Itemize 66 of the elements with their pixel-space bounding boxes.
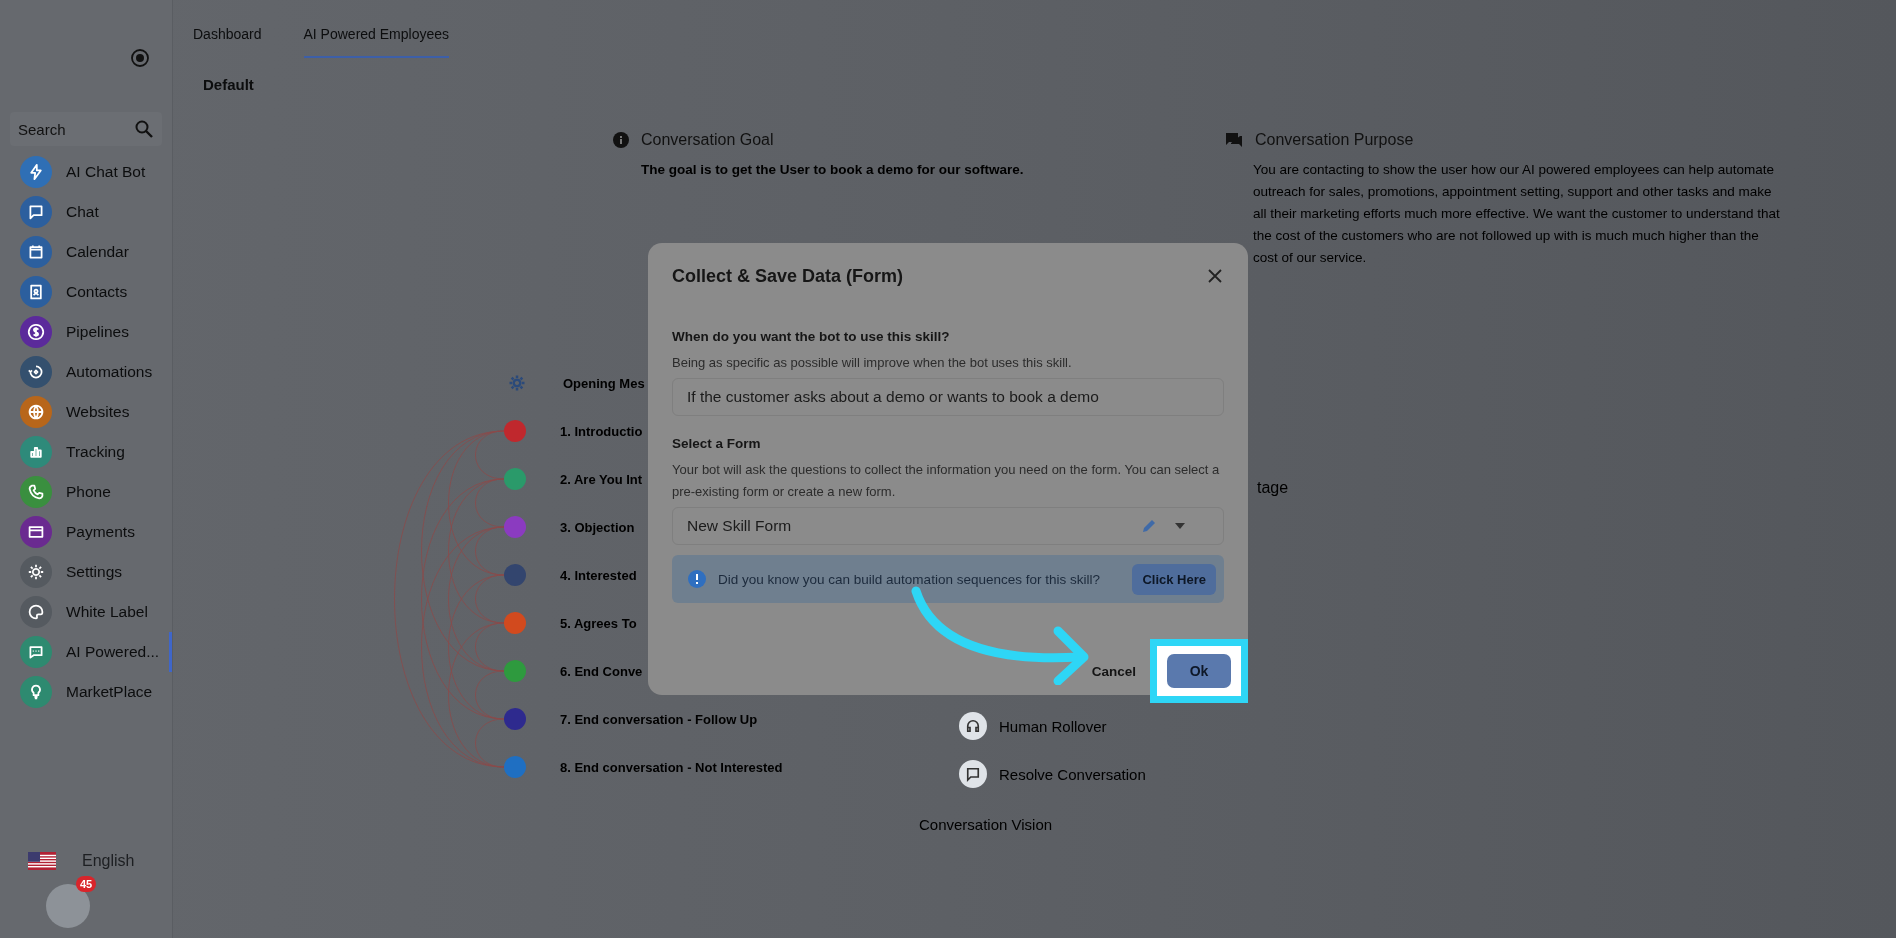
- caret-icon[interactable]: [1175, 523, 1185, 529]
- headset-icon[interactable]: [959, 712, 987, 740]
- stage-label[interactable]: 7. End conversation - Follow Up: [560, 711, 758, 727]
- nav-item[interactable]: Pipelines: [0, 312, 172, 352]
- stage-label[interactable]: 6. End Conve: [560, 663, 643, 679]
- purpose-text: You are contacting to show the user how our AI powered employees can help automate outreach for sales, promotions, appointment setting, support and other tasks and make all their marketing efforts much more effective. We want the customer to understand that the cost of the customers who are not followed up with is much much higher than the cost of our service.: [1253, 161, 1781, 267]
- chat-icon: [1225, 132, 1243, 148]
- stage-label[interactable]: 1. Introductio: [560, 423, 643, 439]
- flag-icon[interactable]: [28, 852, 56, 870]
- section-label: tage: [1257, 479, 1289, 497]
- stage-dot[interactable]: [504, 660, 526, 682]
- stage-dot[interactable]: [504, 756, 526, 778]
- stage-dot[interactable]: [504, 468, 526, 490]
- language-label[interactable]: English: [82, 852, 135, 870]
- click-here-button[interactable]: Click Here: [1132, 563, 1216, 595]
- chat-icon[interactable]: [959, 760, 987, 788]
- action-label[interactable]: Human Rollover: [999, 717, 1107, 735]
- tab[interactable]: Dashboard: [193, 26, 262, 58]
- stage-dot[interactable]: [504, 420, 526, 442]
- stage-label[interactable]: 2. Are You Int: [560, 471, 643, 487]
- section-title: Conversation Purpose: [1255, 131, 1414, 149]
- nav-item[interactable]: Phone: [0, 472, 172, 512]
- search-field[interactable]: Search: [10, 112, 162, 146]
- stage-dot[interactable]: [504, 564, 526, 586]
- record-icon[interactable]: [130, 48, 150, 68]
- pencil-icon[interactable]: [1141, 518, 1157, 534]
- stage-dot[interactable]: [504, 708, 526, 730]
- dialog-title: Collect & Save Data (Form): [672, 265, 904, 287]
- nav-item[interactable]: MarketPlace: [0, 672, 172, 712]
- stage-dot[interactable]: [504, 516, 526, 538]
- field-label: When do you want the bot to use this skill?: [672, 329, 951, 344]
- stage-label[interactable]: 5. Agrees To: [560, 615, 637, 631]
- nav-item[interactable]: Calendar: [0, 232, 172, 272]
- stage-label[interactable]: 8. End conversation - Not Interested: [560, 759, 783, 775]
- goal-text: The goal is to get the User to book a demo for our software.: [641, 161, 1025, 179]
- field-hint: Your bot will ask the questions to collect the information you need on the form. You can select a pre-existing form or create a new form.: [672, 461, 1221, 501]
- section-title: Conversation Vision: [919, 816, 1053, 833]
- nav-item[interactable]: AI Powered...: [0, 632, 172, 672]
- gear-icon[interactable]: [507, 373, 527, 393]
- ok-button[interactable]: Ok: [1167, 654, 1231, 688]
- action-label[interactable]: Resolve Conversation: [999, 765, 1146, 783]
- info-icon: [613, 132, 629, 148]
- nav-item[interactable]: Chat: [0, 192, 172, 232]
- field-label: Select a Form: [672, 436, 762, 451]
- stage-dot[interactable]: [504, 612, 526, 634]
- stage-header: Opening Mes: [563, 375, 645, 391]
- stage-label[interactable]: 3. Objection: [560, 519, 635, 535]
- section-title: Conversation Goal: [641, 131, 774, 149]
- nav-item[interactable]: Contacts: [0, 272, 172, 312]
- field-hint: Being as specific as possible will improve when the bot uses this skill.: [672, 354, 1073, 372]
- search-icon[interactable]: [134, 119, 154, 139]
- nav-item[interactable]: Websites: [0, 392, 172, 432]
- nav-item[interactable]: Settings: [0, 552, 172, 592]
- nav-item[interactable]: White Label: [0, 592, 172, 632]
- nav-item[interactable]: AI Chat Bot: [0, 152, 172, 192]
- stage-label[interactable]: 4. Interested: [560, 567, 637, 583]
- sub-tab[interactable]: Default: [203, 76, 254, 93]
- notification-badge: 45: [76, 876, 97, 892]
- info-text: Did you know you can build automation sequences for this skill?: [718, 571, 1101, 587]
- form-select[interactable]: New Skill Form: [672, 507, 1224, 545]
- alert-icon: [688, 570, 706, 588]
- nav-item[interactable]: Tracking: [0, 432, 172, 472]
- tab[interactable]: AI Powered Employees: [303, 26, 450, 58]
- nav-item[interactable]: Payments: [0, 512, 172, 552]
- nav-item[interactable]: Automations: [0, 352, 172, 392]
- input-field[interactable]: If the customer asks about a demo or wants to book a demo: [672, 378, 1224, 416]
